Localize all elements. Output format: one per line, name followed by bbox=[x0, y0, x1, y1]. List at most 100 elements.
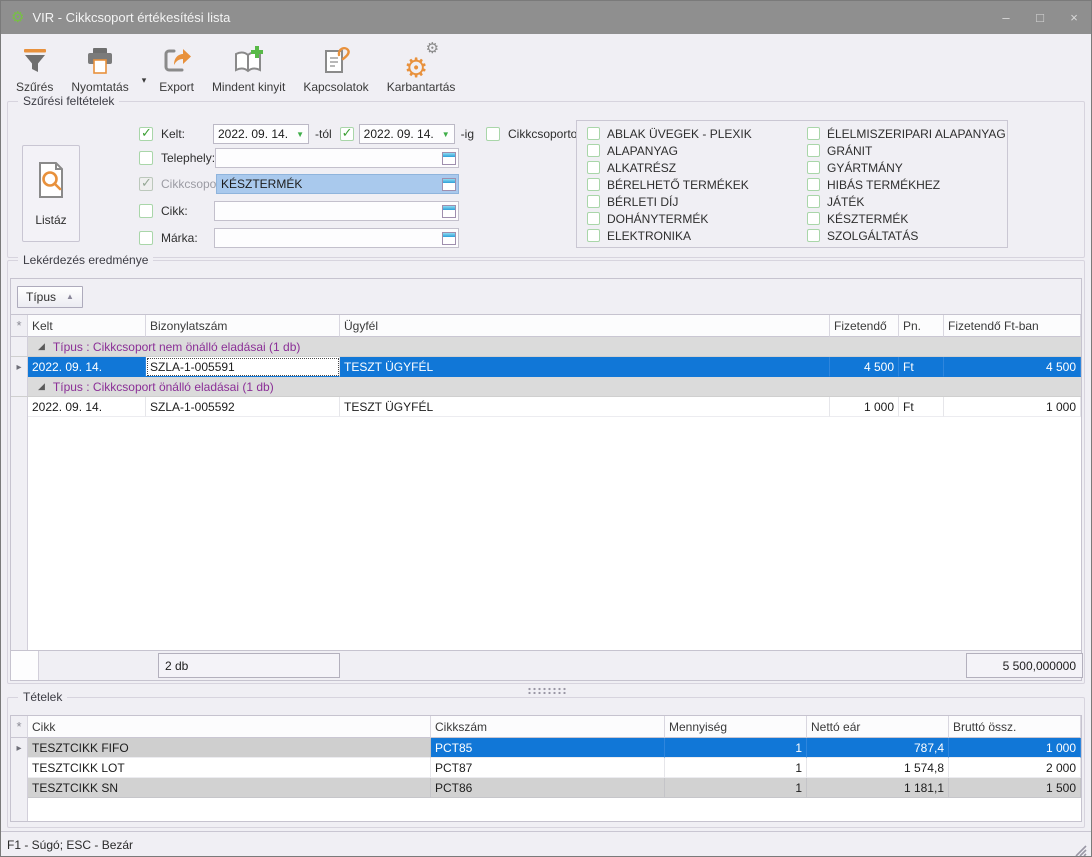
filter-button[interactable]: Szűrés bbox=[7, 38, 62, 96]
item-row[interactable]: TESZTCIKK SN PCT86 1 1 181,1 1 500 bbox=[11, 778, 1081, 798]
cikk-label: Cikk: bbox=[161, 204, 214, 218]
footer-count: 2 db bbox=[158, 653, 340, 678]
close-button[interactable]: × bbox=[1057, 1, 1091, 34]
cikkcsoport-option[interactable]: ALKATRÉSZ bbox=[587, 159, 752, 176]
status-hint: F1 - Súgó; ESC - Bezár bbox=[7, 838, 133, 852]
cikkcsoport-option[interactable]: ELEKTRONIKA bbox=[587, 227, 752, 244]
option-checkbox[interactable] bbox=[807, 144, 820, 157]
option-checkbox[interactable] bbox=[807, 195, 820, 208]
item-row[interactable]: ▸ TESZTCIKK FIFO PCT85 1 787,4 1 000 bbox=[11, 738, 1081, 758]
option-checkbox[interactable] bbox=[807, 127, 820, 140]
header-marker-icon[interactable]: * bbox=[11, 315, 28, 337]
cikkcsoport-option[interactable]: HIBÁS TERMÉKHEZ bbox=[807, 176, 1006, 193]
app-icon[interactable]: ⚙ bbox=[11, 10, 24, 25]
date-from-caret-icon[interactable]: ▼ bbox=[290, 130, 304, 139]
list-button[interactable]: Listáz bbox=[22, 145, 80, 242]
marka-browse-icon[interactable] bbox=[442, 232, 456, 245]
option-checkbox[interactable] bbox=[807, 229, 820, 242]
date-to-combo[interactable]: 2022. 09. 14.▼ bbox=[359, 124, 455, 144]
option-checkbox[interactable] bbox=[807, 212, 820, 225]
option-checkbox[interactable] bbox=[587, 229, 600, 242]
option-checkbox[interactable] bbox=[587, 161, 600, 174]
group-expander-icon[interactable]: ◢ bbox=[38, 341, 45, 352]
telephely-browse-icon[interactable] bbox=[442, 152, 456, 165]
print-button[interactable]: Nyomtatás bbox=[62, 38, 137, 96]
cikkcsoport-option[interactable]: GYÁRTMÁNY bbox=[807, 159, 1006, 176]
cell-fizetendo: 4 500 bbox=[830, 357, 899, 377]
item-row[interactable]: TESZTCIKK LOT PCT87 1 1 574,8 2 000 bbox=[11, 758, 1081, 778]
group-by-chip-tipus[interactable]: Típus ▲ bbox=[17, 286, 83, 308]
cikk-browse-icon[interactable] bbox=[442, 205, 456, 218]
cikkcsoport-option[interactable]: GRÁNIT bbox=[807, 142, 1006, 159]
column-header-pn[interactable]: Pn. bbox=[899, 315, 944, 337]
kelt-to-checkbox[interactable] bbox=[340, 127, 354, 141]
column-header-fizetendo[interactable]: Fizetendő bbox=[830, 315, 899, 337]
option-checkbox[interactable] bbox=[587, 144, 600, 157]
cikkcsoport-option[interactable]: KÉSZTERMÉK bbox=[807, 210, 1006, 227]
option-checkbox[interactable] bbox=[587, 178, 600, 191]
group-row[interactable]: ◢Típus : Cikkcsoport nem önálló eladásai… bbox=[11, 337, 1081, 357]
cikkcsoport-option[interactable]: BÉRELHETŐ TERMÉKEK bbox=[587, 176, 752, 193]
date-to-caret-icon[interactable]: ▼ bbox=[436, 130, 450, 139]
cikkcsoport-option[interactable]: ABLAK ÜVEGEK - PLEXIK bbox=[587, 125, 752, 142]
cell-netto-ear: 1 574,8 bbox=[807, 758, 949, 778]
cell-ugyfel: TESZT ÜGYFÉL bbox=[340, 357, 830, 377]
column-header-brutto-ossz[interactable]: Bruttó össz. bbox=[949, 716, 1081, 738]
cikkcsoport-option[interactable]: SZOLGÁLTATÁS bbox=[807, 227, 1006, 244]
cell-kelt: 2022. 09. 14. bbox=[28, 397, 146, 417]
cikkcsoport-option[interactable]: JÁTÉK bbox=[807, 193, 1006, 210]
splitter-handle[interactable] bbox=[1, 684, 1092, 697]
cikkcsoport-field[interactable]: KÉSZTERMÉK bbox=[216, 174, 459, 194]
column-header-fizetendo-ft[interactable]: Fizetendő Ft-ban bbox=[944, 315, 1081, 337]
connections-button[interactable]: Kapcsolatok bbox=[294, 38, 377, 96]
print-dropdown-icon[interactable]: ▾ bbox=[138, 75, 151, 86]
group-row[interactable]: ◢Típus : Cikkcsoport önálló eladásai (1 … bbox=[11, 377, 1081, 397]
minimize-button[interactable]: – bbox=[989, 1, 1023, 34]
option-checkbox[interactable] bbox=[807, 161, 820, 174]
column-header-cikkszam[interactable]: Cikkszám bbox=[431, 716, 665, 738]
maximize-button[interactable]: □ bbox=[1023, 1, 1057, 34]
cikkcsoport-checkbox[interactable] bbox=[139, 177, 153, 191]
cikkcsoport-option[interactable]: BÉRLETI DÍJ bbox=[587, 193, 752, 210]
cikkcsoportok-checkbox[interactable] bbox=[486, 127, 500, 141]
cikk-field[interactable] bbox=[214, 201, 459, 221]
cikkcsoport-option[interactable]: ÉLELMISZERIPARI ALAPANYAG bbox=[807, 125, 1006, 142]
option-checkbox[interactable] bbox=[587, 212, 600, 225]
column-header-netto-ear[interactable]: Nettó eár bbox=[807, 716, 949, 738]
group-expander-icon[interactable]: ◢ bbox=[38, 381, 45, 392]
kelt-checkbox[interactable] bbox=[139, 127, 153, 141]
cikk-checkbox[interactable] bbox=[139, 204, 153, 218]
column-header-kelt[interactable]: Kelt bbox=[28, 315, 146, 337]
items-groupbox: Tételek * Cikk Cikkszám Mennyiség Nettó … bbox=[7, 697, 1085, 828]
resize-grip[interactable] bbox=[1073, 843, 1087, 857]
option-checkbox[interactable] bbox=[807, 178, 820, 191]
telephely-checkbox[interactable] bbox=[139, 151, 153, 165]
option-checkbox[interactable] bbox=[587, 127, 600, 140]
footer-total: 5 500,000000 bbox=[966, 653, 1083, 678]
cell-ugyfel: TESZT ÜGYFÉL bbox=[340, 397, 830, 417]
cell-mennyiseg: 1 bbox=[665, 758, 807, 778]
marka-checkbox[interactable] bbox=[139, 231, 153, 245]
cikkcsoport-option[interactable]: DOHÁNYTERMÉK bbox=[587, 210, 752, 227]
option-checkbox[interactable] bbox=[587, 195, 600, 208]
header-marker-icon[interactable]: * bbox=[11, 716, 28, 738]
expand-all-button[interactable]: Mindent kinyit bbox=[203, 38, 294, 96]
column-header-ugyfel[interactable]: Ügyfél bbox=[340, 315, 830, 337]
cikkcsoport-option[interactable]: ALAPANYAG bbox=[587, 142, 752, 159]
items-grid: * Cikk Cikkszám Mennyiség Nettó eár Brut… bbox=[10, 715, 1082, 822]
result-row[interactable]: ▸ 2022. 09. 14. SZLA-1-005591 TESZT ÜGYF… bbox=[11, 357, 1081, 377]
telephely-field[interactable] bbox=[215, 148, 459, 168]
export-button[interactable]: Export bbox=[150, 38, 203, 96]
cell-mennyiseg: 1 bbox=[665, 738, 807, 758]
maintenance-button[interactable]: ⚙⚙ Karbantartás bbox=[378, 38, 465, 96]
filter-group-title: Szűrési feltételek bbox=[18, 94, 119, 108]
paperclip-document-icon bbox=[319, 43, 353, 79]
cikkcsoportok-label: Cikkcsoportok: bbox=[508, 127, 587, 141]
result-row[interactable]: 2022. 09. 14. SZLA-1-005592 TESZT ÜGYFÉL… bbox=[11, 397, 1081, 417]
column-header-bizonylatszam[interactable]: Bizonylatszám bbox=[146, 315, 340, 337]
cikkcsoport-browse-icon[interactable] bbox=[442, 178, 456, 191]
column-header-mennyiseg[interactable]: Mennyiség bbox=[665, 716, 807, 738]
column-header-cikk[interactable]: Cikk bbox=[28, 716, 431, 738]
marka-field[interactable] bbox=[214, 228, 459, 248]
date-from-combo[interactable]: 2022. 09. 14.▼ bbox=[213, 124, 309, 144]
